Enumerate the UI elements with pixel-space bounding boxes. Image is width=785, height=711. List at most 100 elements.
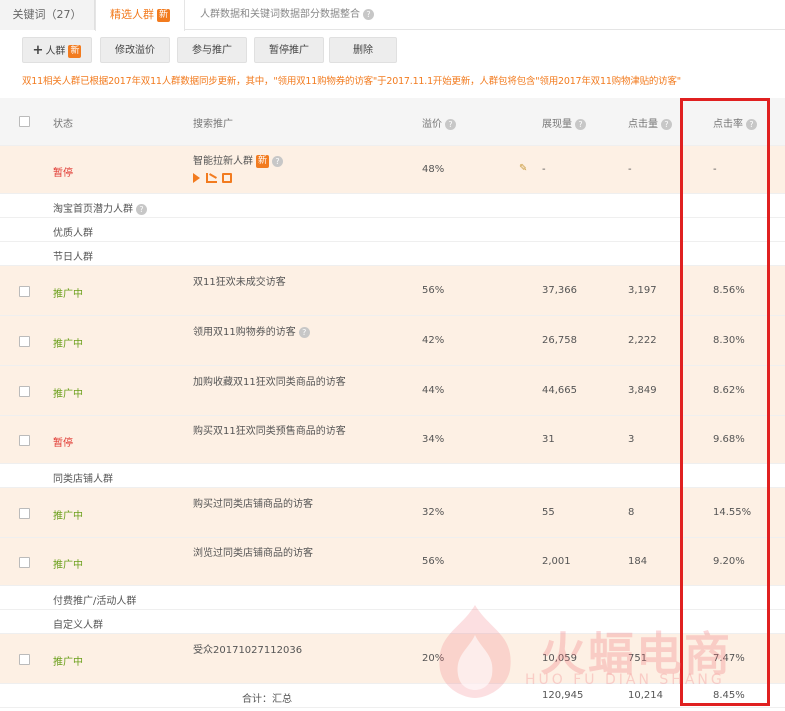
- status-badge: 暂停: [53, 438, 73, 449]
- status-badge: 推广中: [53, 389, 83, 400]
- status-badge: 推广中: [53, 511, 83, 522]
- table-row[interactable]: 暂停 购买双11狂欢同类预售商品的访客 34% 31 3 9.68%: [0, 416, 785, 464]
- impressions-value: -: [542, 164, 546, 175]
- impressions-value: 37,366: [542, 285, 577, 296]
- group-row[interactable]: 自定义人群: [0, 610, 785, 634]
- table-header: 状态 搜索推广 溢价? 展现量? 点击量? 点击率?: [0, 98, 785, 146]
- status-badge: 推广中: [53, 339, 83, 350]
- premium-value: 42%: [422, 335, 445, 346]
- group-row[interactable]: 同类店铺人群: [0, 464, 785, 488]
- header-name: 搜索推广: [193, 119, 233, 130]
- group-row[interactable]: 优质人群: [0, 218, 785, 242]
- crowd-name: 双11狂欢未成交访客: [193, 277, 286, 288]
- help-icon[interactable]: ?: [363, 8, 374, 20]
- status-badge: 推广中: [53, 289, 83, 300]
- header-premium-label: 溢价: [422, 119, 442, 130]
- row-checkbox[interactable]: [19, 508, 30, 519]
- table-row[interactable]: 推广中 加购收藏双11狂欢同类商品的访客 44% 44,665 3,849 8.…: [0, 366, 785, 416]
- table-row[interactable]: 推广中 浏览过同类店铺商品的访客 56% 2,001 184 9.20%: [0, 538, 785, 586]
- total-label: 合计：汇总: [242, 694, 292, 705]
- status-badge: 推广中: [53, 560, 83, 571]
- plus-icon: +: [32, 43, 44, 58]
- row-checkbox[interactable]: [19, 286, 30, 297]
- impressions-value: 55: [542, 507, 555, 518]
- table-row[interactable]: 推广中 双11狂欢未成交访客 56% 37,366 3,197 8.56%: [0, 266, 785, 316]
- total-row: 合计：汇总 120,945 10,214 8.45%: [0, 684, 785, 708]
- new-badge: 新: [156, 8, 170, 22]
- pause-promotion-button[interactable]: 暂停推广: [254, 37, 324, 63]
- help-icon[interactable]: ?: [445, 118, 456, 130]
- status-badge: 暂停: [53, 168, 73, 179]
- crowd-name: 购买过同类店铺商品的访客: [193, 499, 313, 510]
- edit-premium-button[interactable]: 修改溢价: [100, 37, 170, 63]
- group-row[interactable]: 付费推广/活动人群: [0, 586, 785, 610]
- tab-keywords[interactable]: 关键词（27）: [0, 0, 95, 30]
- row-checkbox[interactable]: [19, 654, 30, 665]
- help-icon[interactable]: ?: [298, 326, 310, 338]
- premium-value: 34%: [422, 434, 445, 445]
- table-row[interactable]: 推广中 受众20171027112036 20% 10,059 751 7.47…: [0, 634, 785, 684]
- copy-icon[interactable]: [222, 173, 232, 183]
- group-label: 淘宝首页潜力人群?: [53, 200, 147, 215]
- premium-value: 32%: [422, 507, 445, 518]
- crowd-name-label: 智能拉新人群: [193, 156, 253, 167]
- help-icon[interactable]: ?: [575, 118, 586, 130]
- add-crowd-label: 人群: [45, 46, 66, 57]
- total-impressions: 120,945: [542, 690, 584, 701]
- crowd-name-label: 领用双11购物券的访客: [193, 327, 296, 338]
- clicks-value: 3,849: [628, 385, 657, 396]
- clicks-value: 184: [628, 556, 648, 567]
- header-clicks-label: 点击量: [628, 119, 658, 130]
- edit-pencil-icon[interactable]: ✎: [519, 163, 527, 174]
- add-crowd-button[interactable]: + 人群新: [22, 37, 92, 63]
- header-premium[interactable]: 溢价?: [422, 115, 456, 130]
- row-checkbox[interactable]: [19, 336, 30, 347]
- table-row[interactable]: 暂停 智能拉新人群新? 48% ✎ - - -: [0, 146, 785, 194]
- clicks-value: -: [628, 164, 632, 175]
- group-label: 节日人群: [53, 252, 93, 263]
- crowd-name: 购买双11狂欢同类预售商品的访客: [193, 426, 346, 437]
- premium-value: 20%: [422, 653, 445, 664]
- ctr-highlight-box: [680, 98, 770, 706]
- crowd-name: 智能拉新人群新?: [193, 152, 284, 168]
- new-badge: 新: [68, 44, 82, 58]
- group-label: 自定义人群: [53, 620, 103, 631]
- header-clicks[interactable]: 点击量?: [628, 115, 672, 130]
- select-all-checkbox[interactable]: [19, 116, 30, 127]
- impressions-value: 44,665: [542, 385, 577, 396]
- help-icon[interactable]: ?: [272, 155, 284, 167]
- tab-bar: 关键词（27） 精选人群新 人群数据和关键词数据部分数据整合?: [0, 0, 785, 31]
- help-icon[interactable]: ?: [136, 203, 147, 215]
- delete-button[interactable]: 删除: [329, 37, 397, 63]
- group-row[interactable]: 节日人群: [0, 242, 785, 266]
- crowd-name: 浏览过同类店铺商品的访客: [193, 548, 313, 559]
- table-row[interactable]: 推广中 购买过同类店铺商品的访客 32% 55 8 14.55%: [0, 488, 785, 538]
- data-notice-label: 人群数据和关键词数据部分数据整合: [200, 9, 360, 20]
- status-badge: 推广中: [53, 657, 83, 668]
- action-icons: [193, 173, 232, 184]
- row-checkbox[interactable]: [19, 386, 30, 397]
- clicks-value: 2,222: [628, 335, 657, 346]
- premium-value: 56%: [422, 285, 445, 296]
- data-notice-link[interactable]: 人群数据和关键词数据部分数据整合?: [200, 0, 374, 30]
- play-icon[interactable]: [193, 173, 200, 183]
- chart-icon[interactable]: [206, 173, 217, 183]
- header-impressions-label: 展现量: [542, 119, 572, 130]
- row-checkbox[interactable]: [19, 557, 30, 568]
- tab-crowd[interactable]: 精选人群新: [95, 0, 185, 31]
- join-promotion-button[interactable]: 参与推广: [177, 37, 247, 63]
- help-icon[interactable]: ?: [661, 118, 672, 130]
- impressions-value: 26,758: [542, 335, 577, 346]
- table-row[interactable]: 推广中 领用双11购物券的访客? 42% 26,758 2,222 8.30%: [0, 316, 785, 366]
- group-row[interactable]: 淘宝首页潜力人群?: [0, 194, 785, 218]
- crowd-name: 领用双11购物券的访客?: [193, 323, 310, 338]
- new-badge: 新: [256, 154, 270, 168]
- row-checkbox[interactable]: [19, 435, 30, 446]
- group-label: 优质人群: [53, 228, 93, 239]
- tab-keywords-label: 关键词（27）: [12, 8, 82, 21]
- header-status: 状态: [53, 119, 73, 130]
- premium-value: 44%: [422, 385, 445, 396]
- clicks-value: 3,197: [628, 285, 657, 296]
- crowd-name: 加购收藏双11狂欢同类商品的访客: [193, 377, 346, 388]
- header-impressions[interactable]: 展现量?: [542, 115, 586, 130]
